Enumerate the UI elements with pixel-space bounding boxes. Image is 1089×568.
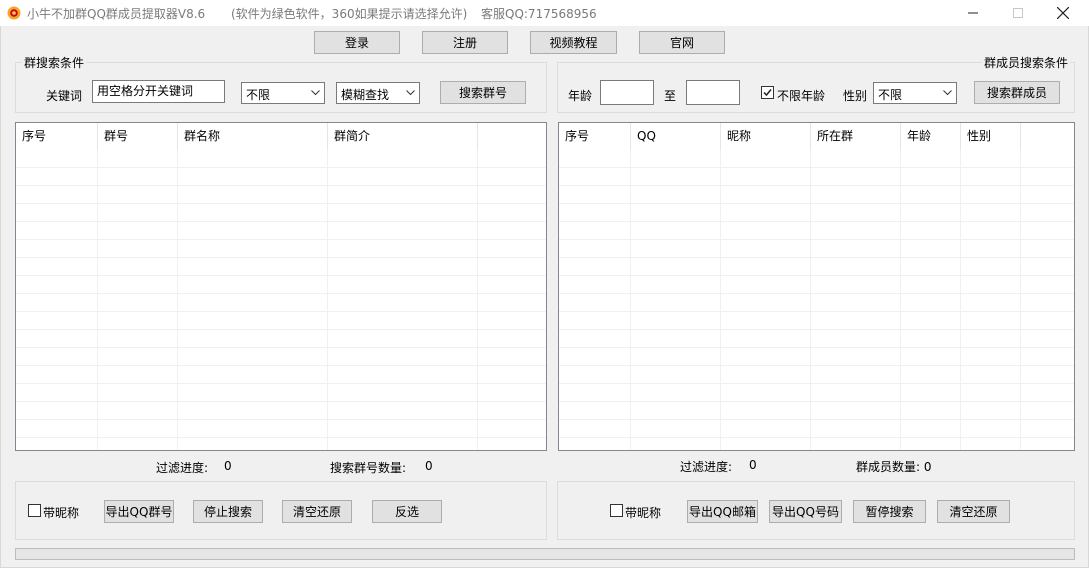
window-title: 小牛不加群QQ群成员提取器V8.6 bbox=[27, 7, 206, 21]
export-group-numbers-button[interactable]: 导出QQ群号 bbox=[104, 500, 174, 523]
member-table-rows bbox=[559, 150, 1074, 450]
column-header-group-intro[interactable]: 群简介 bbox=[328, 123, 478, 150]
checkmark-icon bbox=[763, 89, 772, 97]
member-filter-progress-value: 0 bbox=[749, 458, 757, 472]
group-with-nickname-label: 带昵称 bbox=[43, 506, 80, 520]
column-divider bbox=[97, 150, 98, 450]
column-header-index[interactable]: 序号 bbox=[559, 123, 631, 150]
group-table-rows bbox=[16, 150, 546, 450]
member-count-text: 群成员数量: 0 bbox=[856, 460, 932, 474]
column-header-group-name[interactable]: 群名称 bbox=[178, 123, 328, 150]
filter-select-value: 不限 bbox=[246, 88, 271, 102]
group-filter-progress-label: 过滤进度: bbox=[156, 461, 209, 475]
column-divider bbox=[477, 150, 478, 450]
gender-label: 性别 bbox=[843, 89, 868, 103]
group-actions-box bbox=[15, 481, 547, 540]
group-list-table[interactable]: 序号 群号 群名称 群简介 bbox=[15, 122, 547, 451]
column-divider bbox=[327, 150, 328, 450]
gender-select[interactable]: 不限 bbox=[873, 82, 957, 104]
member-search-title: 群成员搜索条件 bbox=[982, 54, 1071, 71]
chevron-down-icon bbox=[406, 90, 415, 96]
maximize-icon bbox=[1013, 8, 1023, 18]
column-divider bbox=[720, 150, 721, 450]
column-header-qq[interactable]: QQ bbox=[631, 123, 721, 150]
window-subtitle: (软件为绿色软件，360如果提示请选择允许) bbox=[231, 7, 468, 21]
column-header-gender[interactable]: 性别 bbox=[961, 123, 1021, 150]
search-members-button[interactable]: 搜索群成员 bbox=[974, 81, 1060, 104]
column-divider bbox=[960, 150, 961, 450]
group-filter-progress-value: 0 bbox=[224, 459, 232, 473]
member-with-nickname-checkbox[interactable] bbox=[610, 504, 623, 517]
minimize-button[interactable] bbox=[950, 0, 996, 26]
maximize-button[interactable] bbox=[995, 0, 1041, 26]
unlimited-age-checkbox[interactable] bbox=[761, 86, 774, 99]
group-table-header: 序号 群号 群名称 群简介 bbox=[16, 123, 546, 150]
chevron-down-icon bbox=[311, 90, 320, 96]
column-header-group[interactable]: 所在群 bbox=[811, 123, 901, 150]
member-with-nickname-label: 带昵称 bbox=[625, 506, 662, 520]
group-clear-reset-button[interactable]: 清空还原 bbox=[282, 500, 352, 523]
filter-select[interactable]: 不限 bbox=[241, 82, 325, 104]
column-divider bbox=[177, 150, 178, 450]
close-button[interactable] bbox=[1040, 0, 1086, 26]
keyword-input[interactable]: 用空格分开关键词 bbox=[92, 80, 225, 103]
column-divider bbox=[810, 150, 811, 450]
member-filter-progress-label: 过滤进度: bbox=[680, 460, 733, 474]
column-header-nickname[interactable]: 昵称 bbox=[721, 123, 811, 150]
member-list-table[interactable]: 序号 QQ 昵称 所在群 年龄 性别 bbox=[558, 122, 1075, 451]
column-header-group-number[interactable]: 群号 bbox=[98, 123, 178, 150]
export-qq-email-button[interactable]: 导出QQ邮箱 bbox=[687, 500, 758, 523]
column-header-index[interactable]: 序号 bbox=[16, 123, 98, 150]
group-search-title: 群搜索条件 bbox=[22, 54, 87, 71]
column-divider bbox=[1020, 150, 1021, 450]
pause-search-button[interactable]: 暂停搜索 bbox=[853, 500, 926, 523]
export-qq-number-button[interactable]: 导出QQ号码 bbox=[769, 500, 842, 523]
video-tutorial-button[interactable]: 视频教程 bbox=[530, 31, 617, 54]
match-mode-value: 模糊查找 bbox=[341, 88, 390, 102]
login-button[interactable]: 登录 bbox=[314, 31, 400, 54]
customer-service-qq: 客服QQ:717568956 bbox=[481, 7, 597, 21]
age-to-input[interactable] bbox=[686, 80, 740, 105]
age-from-input[interactable] bbox=[600, 80, 654, 105]
register-button[interactable]: 注册 bbox=[422, 31, 508, 54]
group-with-nickname-checkbox[interactable] bbox=[28, 504, 41, 517]
search-group-button[interactable]: 搜索群号 bbox=[440, 81, 526, 104]
app-logo-icon bbox=[7, 6, 21, 20]
stop-search-button[interactable]: 停止搜索 bbox=[193, 500, 263, 523]
column-divider bbox=[900, 150, 901, 450]
column-divider bbox=[630, 150, 631, 450]
invert-selection-button[interactable]: 反选 bbox=[372, 500, 442, 523]
group-count-value: 0 bbox=[425, 459, 433, 473]
member-table-header: 序号 QQ 昵称 所在群 年龄 性别 bbox=[559, 123, 1074, 150]
column-header-age[interactable]: 年龄 bbox=[901, 123, 961, 150]
overall-progress-bar bbox=[15, 548, 1075, 560]
match-mode-select[interactable]: 模糊查找 bbox=[336, 82, 420, 104]
minimize-icon bbox=[968, 12, 978, 14]
chevron-down-icon bbox=[943, 90, 952, 96]
close-icon bbox=[1057, 7, 1069, 19]
to-label: 至 bbox=[664, 89, 677, 103]
keyword-label: 关键词 bbox=[46, 89, 83, 103]
unlimited-age-label: 不限年龄 bbox=[777, 89, 826, 103]
age-label: 年龄 bbox=[568, 89, 593, 103]
gender-select-value: 不限 bbox=[878, 88, 903, 102]
member-clear-reset-button[interactable]: 清空还原 bbox=[937, 500, 1010, 523]
group-count-label: 搜索群号数量: bbox=[330, 461, 407, 475]
website-button[interactable]: 官网 bbox=[639, 31, 725, 54]
